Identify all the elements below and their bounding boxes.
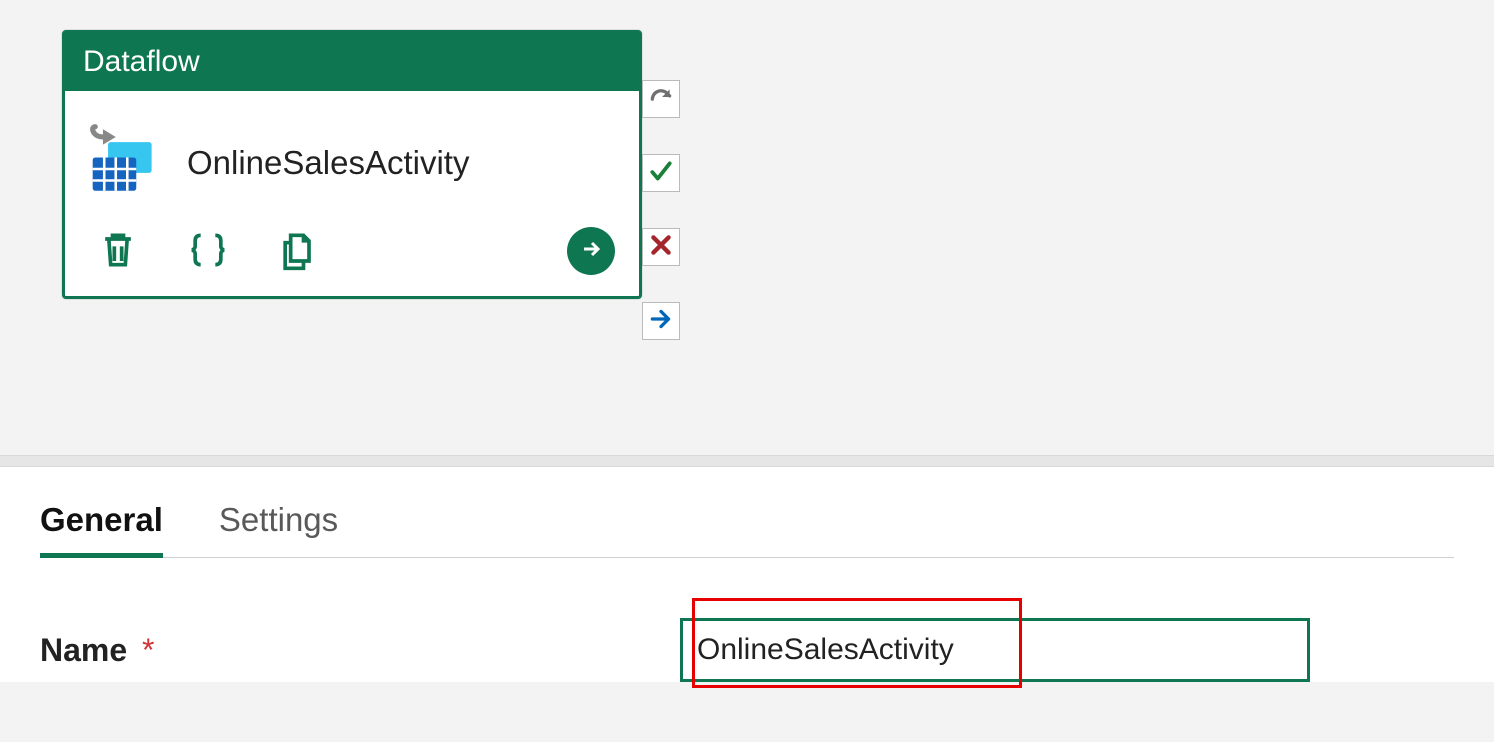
redo-arrow-icon [648, 84, 674, 115]
arrow-right-icon [648, 306, 674, 337]
dataflow-icon [85, 119, 167, 206]
tab-general[interactable]: General [40, 491, 163, 557]
trash-icon [96, 228, 140, 275]
code-button[interactable] [183, 226, 233, 276]
skip-connector[interactable] [642, 302, 680, 340]
activity-connectors [642, 80, 680, 340]
failure-connector[interactable] [642, 228, 680, 266]
activity-type-label: Dataflow [83, 45, 200, 78]
activity-name-label: OnlineSalesActivity [187, 144, 469, 182]
name-input[interactable] [680, 618, 1310, 682]
name-field-row: Name * [40, 618, 1454, 682]
name-label: Name [40, 632, 127, 668]
activity-actions-row [65, 220, 639, 296]
dataflow-activity-card[interactable]: Dataflow OnlineSalesActivity [62, 30, 642, 299]
check-icon [648, 158, 674, 189]
properties-panel: General Settings Name * [0, 467, 1494, 682]
x-icon [648, 232, 674, 263]
properties-tabs: General Settings [40, 491, 1454, 558]
completion-connector[interactable] [642, 80, 680, 118]
delete-button[interactable] [93, 226, 143, 276]
pipeline-canvas[interactable]: Dataflow OnlineSalesActivity [0, 0, 1494, 455]
copy-icon [276, 228, 320, 275]
success-connector[interactable] [642, 154, 680, 192]
panel-divider [0, 455, 1494, 467]
required-indicator: * [142, 632, 154, 668]
arrow-right-icon [579, 237, 603, 266]
tab-settings[interactable]: Settings [219, 491, 338, 557]
run-button[interactable] [567, 227, 615, 275]
name-label-wrap: Name * [40, 632, 680, 669]
clone-button[interactable] [273, 226, 323, 276]
activity-body: OnlineSalesActivity [65, 91, 639, 220]
activity-type-header: Dataflow [65, 33, 639, 91]
braces-icon [186, 228, 230, 275]
